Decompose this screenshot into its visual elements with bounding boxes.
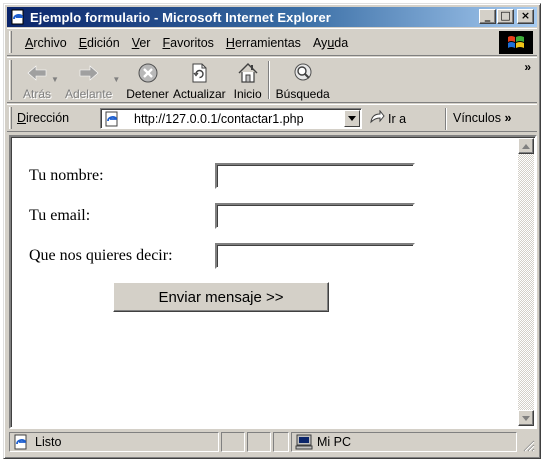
menu-edicion[interactable]: Edición (73, 34, 126, 52)
message-label: Que nos quieres decir: (29, 247, 173, 264)
scroll-down-button[interactable] (518, 410, 534, 426)
menu-favoritos[interactable]: Favoritos (156, 34, 219, 52)
email-label: Tu email: (29, 207, 91, 224)
forward-button[interactable]: Adelante (63, 61, 114, 101)
message-input[interactable] (215, 243, 415, 269)
minimize-button[interactable]: _ (479, 9, 496, 24)
page-done-icon (13, 434, 29, 450)
back-arrow-icon (25, 61, 49, 85)
go-button[interactable]: Ir a (369, 109, 406, 127)
status-text: Listo (35, 435, 62, 449)
address-dropdown-icon[interactable] (344, 110, 360, 127)
refresh-button[interactable]: Actualizar (171, 61, 228, 101)
menu-archivo[interactable]: Archivo (19, 34, 73, 52)
standard-toolbar: Atrás ▼ Adelante ▼ Detener Actualizar In… (7, 57, 537, 103)
maximize-button[interactable]: □ (497, 9, 514, 24)
status-bar: Listo Mi PC (7, 432, 537, 454)
address-bar-grip[interactable] (9, 107, 12, 129)
search-button[interactable]: Búsqueda (274, 61, 332, 101)
toolbar-separator (267, 61, 270, 99)
back-button[interactable]: Atrás (21, 61, 53, 101)
windows-logo-icon (499, 31, 533, 54)
status-zone-panel: Mi PC (291, 432, 517, 452)
menu-ver[interactable]: Ver (126, 34, 157, 52)
menu-bar: Archivo Edición Ver Favoritos Herramient… (7, 28, 537, 56)
name-label: Tu nombre: (29, 167, 104, 184)
go-arrow-icon (369, 109, 385, 127)
menu-ayuda[interactable]: Ayuda (307, 34, 354, 52)
home-icon (236, 61, 260, 85)
email-input[interactable] (215, 203, 415, 229)
forward-dropdown-icon[interactable]: ▼ (112, 75, 120, 84)
resize-grip-icon[interactable] (521, 438, 535, 452)
close-button[interactable]: × (517, 9, 534, 24)
address-bar: Dirección http://127.0.0.1/contactar1.ph… (7, 104, 537, 132)
browser-window: Ejemplo formulario - Microsoft Internet … (3, 3, 541, 459)
status-panel-3 (247, 432, 271, 452)
submit-button[interactable]: Enviar mensaje >> (113, 282, 329, 312)
vertical-scrollbar[interactable] (518, 138, 534, 426)
forward-arrow-icon (77, 61, 101, 85)
status-panel-2 (221, 432, 245, 452)
stop-icon (137, 61, 159, 85)
title-bar[interactable]: Ejemplo formulario - Microsoft Internet … (7, 7, 537, 27)
toolbar-more-chevron-icon[interactable]: » (524, 60, 531, 74)
computer-icon (295, 434, 313, 450)
address-url: http://127.0.0.1/contactar1.php (134, 111, 304, 126)
address-label: Dirección (17, 111, 70, 125)
status-panel-4 (273, 432, 289, 452)
address-input[interactable]: http://127.0.0.1/contactar1.php (100, 108, 362, 129)
zone-text: Mi PC (317, 435, 352, 449)
status-panel-main: Listo (9, 432, 219, 452)
back-dropdown-icon[interactable]: ▼ (51, 75, 59, 84)
name-input[interactable] (215, 163, 415, 189)
links-separator (445, 108, 447, 130)
page-content: Tu nombre: Tu email: Que nos quieres dec… (9, 135, 537, 429)
refresh-icon (188, 61, 210, 85)
page-icon (104, 111, 120, 127)
scroll-down-arrow-icon (522, 415, 530, 421)
window-title: Ejemplo formulario - Microsoft Internet … (30, 9, 331, 25)
toolbar-grip[interactable] (9, 60, 12, 100)
scroll-up-arrow-icon (522, 143, 530, 149)
links-button[interactable]: Vínculos » (453, 111, 511, 125)
search-icon (291, 61, 315, 85)
menu-bar-grip[interactable] (9, 31, 12, 53)
stop-button[interactable]: Detener (124, 61, 171, 101)
home-button[interactable]: Inicio (232, 61, 264, 101)
ie-page-icon (10, 9, 26, 25)
menu-herramientas[interactable]: Herramientas (220, 34, 307, 52)
scroll-up-button[interactable] (518, 138, 534, 154)
